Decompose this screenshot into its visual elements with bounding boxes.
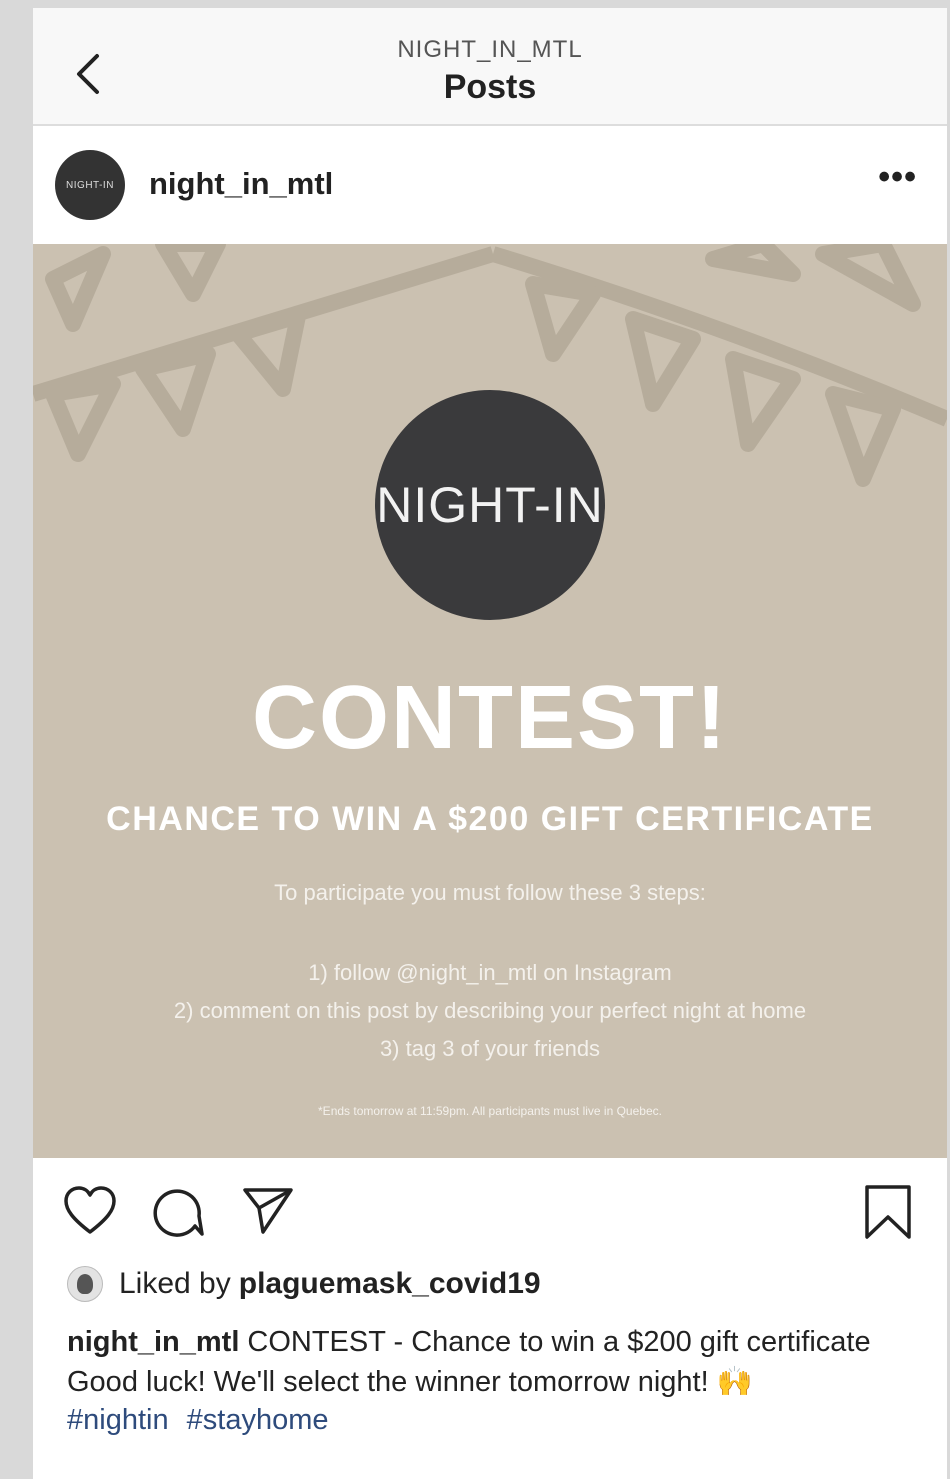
caption-text: CONTEST - Chance to win a $200 gift cert… [247, 1326, 871, 1358]
hashtag-link[interactable]: #stayhome [187, 1404, 329, 1436]
ellipsis-icon[interactable]: ••• [878, 158, 917, 197]
liker-username[interactable]: plaguemask_covid19 [239, 1267, 541, 1301]
post-header: NIGHT-IN night_in_mtl ••• [33, 126, 947, 242]
bookmark-icon[interactable] [863, 1184, 913, 1240]
liker-avatar [67, 1266, 103, 1302]
post-username[interactable]: night_in_mtl [149, 166, 333, 202]
send-icon[interactable] [241, 1186, 295, 1236]
comment-icon[interactable] [151, 1186, 205, 1240]
contest-subheadline: CHANCE TO WIN A $200 GIFT CERTIFICATE [106, 800, 874, 838]
caption-hashtags: #nightin #stayhome [67, 1402, 907, 1438]
top-navigation-bar: NIGHT_IN_MTL Posts [33, 8, 947, 126]
caption-line-2: Good luck! We'll select the winner tomor… [67, 1366, 753, 1398]
account-name-header: NIGHT_IN_MTL [397, 36, 583, 63]
post-actions [33, 1158, 947, 1268]
phone-frame: NIGHT_IN_MTL Posts NIGHT-IN night_in_mtl… [33, 8, 947, 1479]
fineprint: *Ends tomorrow at 11:59pm. All participa… [318, 1104, 662, 1118]
liked-by-prefix: Liked by [119, 1267, 231, 1300]
step-item: 1) follow @night_in_mtl on Instagram [308, 960, 672, 985]
heart-icon[interactable] [63, 1186, 117, 1236]
steps-list: 1) follow @night_in_mtl on Instagram 2) … [33, 954, 947, 1068]
hashtag-link[interactable]: #nightin [67, 1404, 169, 1436]
avatar-text: NIGHT-IN [66, 179, 114, 191]
post-image[interactable]: NIGHT-IN CONTEST! CHANCE TO WIN A $200 G… [33, 244, 947, 1158]
night-in-logo: NIGHT-IN [375, 390, 605, 620]
step-item: 3) tag 3 of your friends [379, 1036, 601, 1061]
contest-headline: CONTEST! [252, 668, 728, 768]
step-item: 2) comment on this post by describing yo… [173, 998, 807, 1023]
post-caption: night_in_mtl CONTEST - Chance to win a $2… [67, 1324, 907, 1438]
avatar[interactable]: NIGHT-IN [55, 150, 125, 220]
likes-summary[interactable]: Liked by plaguemask_covid19 [67, 1264, 541, 1304]
caption-username[interactable]: night_in_mtl [67, 1326, 239, 1358]
page-title: Posts [443, 68, 537, 106]
steps-intro: To participate you must follow these 3 s… [274, 880, 706, 905]
logo-text: NIGHT-IN [376, 477, 604, 533]
